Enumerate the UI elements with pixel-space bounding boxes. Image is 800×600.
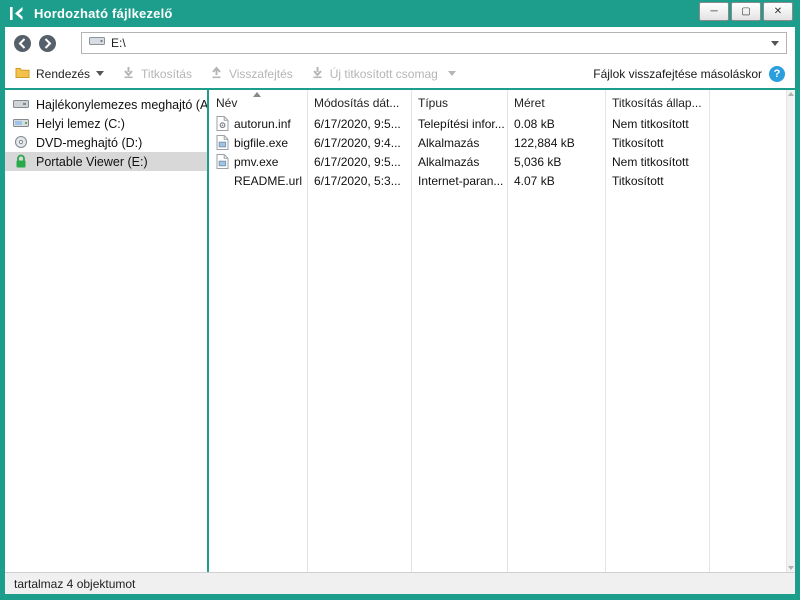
decrypt-button[interactable]: Visszafejtés	[210, 66, 293, 82]
titlebar: Hordozható fájlkezelő	[0, 0, 800, 27]
drive-tree: Hajlékonylemezes meghajtó (A: Helyi leme…	[5, 90, 207, 572]
file-name: bigfile.exe	[234, 136, 288, 150]
scroll-down-icon[interactable]	[788, 566, 794, 570]
dvd-drive-icon	[13, 135, 29, 151]
column-header-type[interactable]: Típus	[411, 96, 507, 114]
sidebar-item-label: Helyi lemez (C:)	[36, 117, 125, 131]
file-name: autorun.inf	[234, 117, 291, 131]
decrypt-on-copy-label: Fájlok visszafejtése másoláskor	[593, 67, 762, 81]
maximize-button[interactable]: ▢	[731, 2, 761, 21]
window-title: Hordozható fájlkezelő	[34, 6, 173, 21]
file-size: 4.07 kB	[507, 174, 605, 188]
encrypt-button[interactable]: Titkosítás	[122, 66, 192, 82]
exe-file-icon	[216, 135, 229, 150]
status-object-count: tartalmaz 4 objektumot	[14, 577, 135, 591]
file-modified: 6/17/2020, 9:4...	[307, 136, 411, 150]
sidebar-item-local-disk-c[interactable]: Helyi lemez (C:)	[5, 114, 207, 133]
file-row-autorun-inf[interactable]: autorun.inf 6/17/2020, 9:5... Telepítési…	[209, 114, 786, 133]
file-modified: 6/17/2020, 5:3...	[307, 174, 411, 188]
portable-file-manager-window: Hordozható fájlkezelő ─ ▢ ✕	[0, 0, 800, 600]
file-list: Név Módosítás dát... Típus Méret Titkosí…	[209, 90, 786, 572]
navigation-bar: E:\	[5, 27, 795, 59]
file-type: Telepítési infor...	[411, 117, 507, 131]
package-arrow-down-icon	[311, 66, 324, 82]
file-list-header: Név Módosítás dát... Típus Méret Titkosí…	[209, 90, 786, 114]
column-divider	[605, 90, 606, 572]
scroll-up-icon[interactable]	[788, 92, 794, 96]
file-row-pmv-exe[interactable]: pmv.exe 6/17/2020, 9:5... Alkalmazás 5,0…	[209, 152, 786, 171]
file-size: 0.08 kB	[507, 117, 605, 131]
decrypt-on-copy-option: Fájlok visszafejtése másoláskor ?	[593, 66, 785, 82]
file-size: 122,884 kB	[507, 136, 605, 150]
sidebar-item-label: Portable Viewer (E:)	[36, 155, 148, 169]
column-divider	[507, 90, 508, 572]
encrypted-drive-lock-icon	[13, 154, 29, 170]
file-row-bigfile-exe[interactable]: bigfile.exe 6/17/2020, 9:4... Alkalmazás…	[209, 133, 786, 152]
sort-ascending-icon	[253, 92, 261, 97]
sidebar-item-label: Hajlékonylemezes meghajtó (A:	[36, 98, 207, 112]
no-icon	[216, 173, 229, 188]
sidebar-item-floppy-a[interactable]: Hajlékonylemezes meghajtó (A:	[5, 95, 207, 114]
column-divider	[411, 90, 412, 572]
exe-file-icon	[216, 154, 229, 169]
file-size: 5,036 kB	[507, 155, 605, 169]
folder-icon	[15, 66, 30, 82]
column-divider	[709, 90, 710, 572]
new-package-dropdown-icon[interactable]	[448, 71, 456, 76]
sort-dropdown-icon	[96, 71, 104, 76]
floppy-drive-icon	[13, 97, 29, 113]
status-bar: tartalmaz 4 objektumot	[5, 572, 795, 594]
file-name: pmv.exe	[234, 155, 278, 169]
sort-button[interactable]: Rendezés	[15, 66, 104, 82]
file-name: README.url	[234, 174, 302, 188]
address-dropdown-icon[interactable]	[771, 41, 779, 46]
sort-button-label: Rendezés	[36, 67, 90, 81]
new-encrypted-package-label: Új titkosított csomag	[330, 67, 438, 81]
file-encryption-status: Nem titkosított	[605, 155, 709, 169]
file-type: Alkalmazás	[411, 136, 507, 150]
kaspersky-logo-icon	[9, 5, 26, 22]
file-row-readme-url[interactable]: README.url 6/17/2020, 5:3... Internet-pa…	[209, 171, 786, 190]
sidebar-item-label: DVD-meghajtó (D:)	[36, 136, 142, 150]
decrypt-arrow-up-icon	[210, 66, 223, 82]
column-header-name[interactable]: Név	[209, 96, 307, 114]
minimize-button[interactable]: ─	[699, 2, 729, 21]
sidebar-item-portable-viewer-e[interactable]: Portable Viewer (E:)	[5, 152, 207, 171]
decrypt-button-label: Visszafejtés	[229, 67, 293, 81]
encrypt-button-label: Titkosítás	[141, 67, 192, 81]
column-header-encryption[interactable]: Titkosítás állap...	[605, 96, 709, 114]
main-area: Hajlékonylemezes meghajtó (A: Helyi leme…	[5, 90, 795, 572]
window-content: E:\ Rendezés	[5, 27, 795, 594]
hard-disk-icon	[13, 116, 29, 132]
column-divider	[307, 90, 308, 572]
new-encrypted-package-button[interactable]: Új titkosított csomag	[311, 66, 438, 82]
file-encryption-status: Nem titkosított	[605, 117, 709, 131]
sidebar-item-dvd-drive-d[interactable]: DVD-meghajtó (D:)	[5, 133, 207, 152]
file-encryption-status: Titkosított	[605, 174, 709, 188]
address-value: E:\	[111, 36, 765, 50]
column-header-modified[interactable]: Módosítás dát...	[307, 96, 411, 114]
column-header-size[interactable]: Méret	[507, 96, 605, 114]
address-bar[interactable]: E:\	[81, 32, 787, 54]
window-controls: ─ ▢ ✕	[699, 2, 793, 21]
file-modified: 6/17/2020, 9:5...	[307, 155, 411, 169]
file-modified: 6/17/2020, 9:5...	[307, 117, 411, 131]
drive-icon	[89, 34, 105, 52]
file-type: Internet-paran...	[411, 174, 507, 188]
file-encryption-status: Titkosított	[605, 136, 709, 150]
inf-file-icon	[216, 116, 229, 131]
toolbar: Rendezés Titkosítás	[5, 59, 795, 88]
forward-button[interactable]	[38, 34, 57, 53]
close-button[interactable]: ✕	[763, 2, 793, 21]
encrypt-arrow-down-icon	[122, 66, 135, 82]
help-info-icon[interactable]: ?	[769, 66, 785, 82]
file-type: Alkalmazás	[411, 155, 507, 169]
vertical-scrollbar[interactable]	[786, 90, 795, 572]
back-button[interactable]	[13, 34, 32, 53]
